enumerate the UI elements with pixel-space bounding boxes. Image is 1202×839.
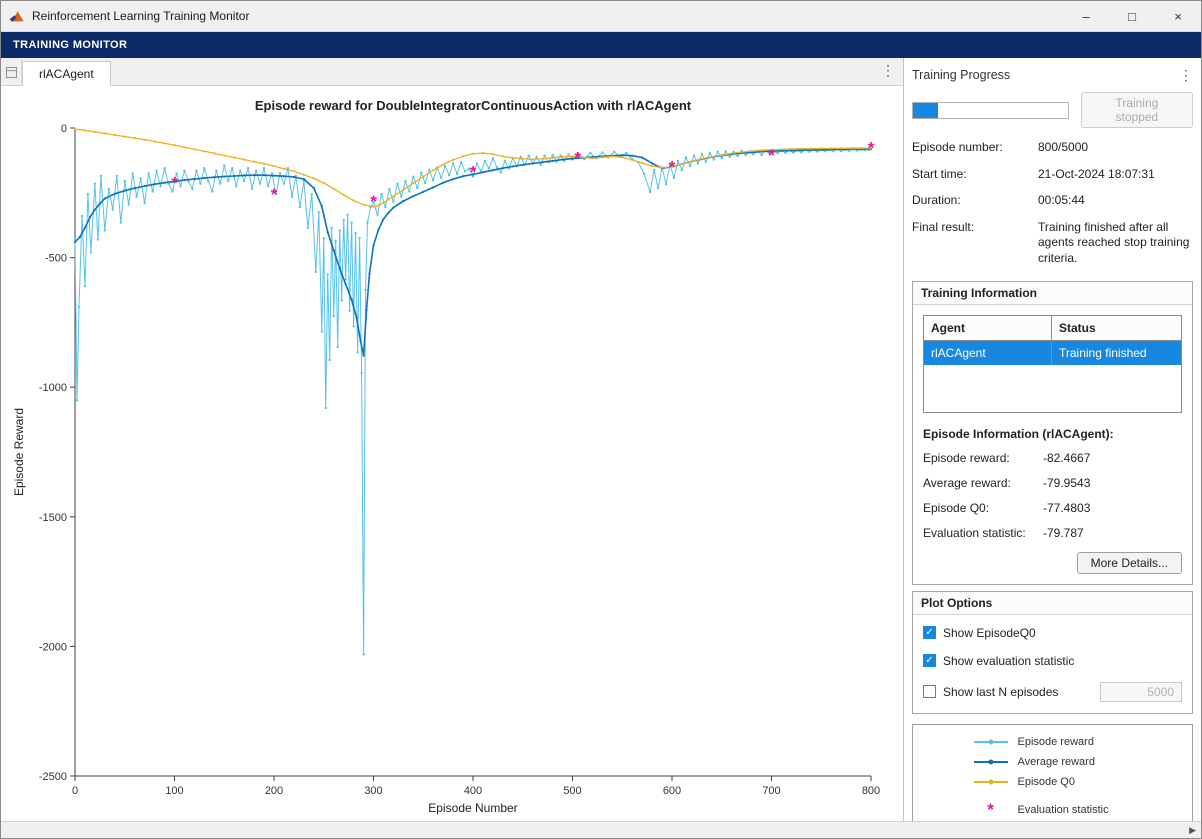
window-title: Reinforcement Learning Training Monitor xyxy=(32,9,249,23)
training-progress-bar xyxy=(912,102,1069,119)
minimize-icon[interactable]: – xyxy=(1063,1,1109,31)
svg-text:0: 0 xyxy=(72,785,78,797)
svg-text:*: * xyxy=(271,185,278,204)
plot-options-group: Plot Options ✓ Show EpisodeQ0 ✓ Show eva… xyxy=(912,591,1193,714)
svg-text:-500: -500 xyxy=(45,253,67,265)
evaluation-statistic-asterisk-icon: * xyxy=(974,806,1008,814)
episode-reward-line-icon xyxy=(974,741,1008,743)
evaluation-statistic-value: -79.787 xyxy=(1043,526,1182,540)
start-time-value: 21-Oct-2024 18:07:31 xyxy=(1038,167,1193,183)
agent-status-table[interactable]: Agent Status rlACAgent Training finished xyxy=(923,315,1182,413)
show-episodeq0-checkbox[interactable]: ✓ xyxy=(923,626,936,639)
svg-text:200: 200 xyxy=(265,785,283,797)
episode-q0-value: -77.4803 xyxy=(1043,501,1182,515)
tab-training-monitor[interactable]: TRAINING MONITOR xyxy=(13,39,127,51)
show-evaluation-statistic-checkbox[interactable]: ✓ xyxy=(923,654,936,667)
panel-title: Training Progress xyxy=(912,68,1010,82)
duration-value: 00:05:44 xyxy=(1038,193,1193,209)
svg-text:-1500: -1500 xyxy=(39,512,67,524)
checkbox-label: Show last N episodes xyxy=(943,685,1058,699)
group-title: Training Information xyxy=(913,282,1192,305)
svg-text:-2000: -2000 xyxy=(39,641,67,653)
average-reward-value: -79.9543 xyxy=(1043,476,1182,490)
field-label: Duration: xyxy=(912,193,1038,209)
episode-info-title: Episode Information (rlACAgent): xyxy=(923,427,1182,441)
legend-item: Episode Q0 xyxy=(974,776,1132,788)
average-reward-line-icon xyxy=(974,761,1008,763)
svg-text:600: 600 xyxy=(663,785,681,797)
svg-text:400: 400 xyxy=(464,785,482,797)
svg-text:*: * xyxy=(868,139,875,158)
column-header-agent: Agent xyxy=(924,316,1052,340)
field-label: Final result: xyxy=(912,220,1038,267)
show-last-n-episodes-checkbox[interactable] xyxy=(923,685,936,698)
svg-text:*: * xyxy=(171,174,178,193)
table-header-row: Agent Status xyxy=(924,316,1181,341)
field-label: Evaluation statistic: xyxy=(923,526,1043,540)
close-icon[interactable]: × xyxy=(1155,1,1201,31)
checkbox-label: Show EpisodeQ0 xyxy=(943,626,1036,640)
training-stopped-button[interactable]: Training stopped xyxy=(1081,92,1193,128)
field-label: Episode reward: xyxy=(923,451,1043,465)
legend-item: Average reward xyxy=(974,756,1132,768)
document-layout-icon[interactable] xyxy=(1,59,22,85)
svg-text:800: 800 xyxy=(862,785,880,797)
svg-text:*: * xyxy=(470,163,477,182)
titlebar: Reinforcement Learning Training Monitor … xyxy=(1,1,1201,32)
svg-text:*: * xyxy=(669,157,676,176)
field-label: Average reward: xyxy=(923,476,1043,490)
svg-text:Episode Number: Episode Number xyxy=(428,801,517,815)
training-information-group: Training Information Agent Status rlACAg… xyxy=(912,281,1193,585)
matlab-logo-icon xyxy=(9,9,25,23)
episode-q0-line-icon xyxy=(974,781,1008,783)
svg-text:700: 700 xyxy=(762,785,780,797)
svg-text:*: * xyxy=(574,149,581,168)
chart-area: 0 -500 -1000 -1500 -2000 -2500 0 100 200 300 400 50… xyxy=(1,86,903,821)
training-progress-panel: Training Progress ⋮ Training stopped Epi… xyxy=(904,58,1201,821)
document-kebab-icon[interactable]: ⋮ xyxy=(881,63,895,77)
final-result-value: Training finished after all agents reach… xyxy=(1038,220,1193,267)
field-label: Episode Q0: xyxy=(923,501,1043,515)
toolstrip: TRAINING MONITOR xyxy=(1,32,1201,58)
svg-text:*: * xyxy=(768,146,775,165)
episode-number-value: 800/5000 xyxy=(1038,140,1193,156)
app-window: Reinforcement Learning Training Monitor … xyxy=(0,0,1202,839)
document-panel: rlACAgent ⋮ 0 -500 -1000 -1500 -2000 -2500 0 10… xyxy=(1,58,904,821)
svg-text:-2500: -2500 xyxy=(39,771,67,783)
svg-text:500: 500 xyxy=(563,785,581,797)
legend-item: * Evaluation statistic xyxy=(974,804,1132,816)
svg-text:*: * xyxy=(370,192,377,211)
status-cell: Training finished xyxy=(1052,341,1181,365)
episode-reward-chart[interactable]: 0 -500 -1000 -1500 -2000 -2500 0 100 200 300 400 50… xyxy=(3,88,897,821)
statusbar: ▶ xyxy=(1,821,1201,838)
maximize-icon[interactable]: □ xyxy=(1109,1,1155,31)
last-n-episodes-input[interactable] xyxy=(1100,682,1182,702)
chart-legend: Episode reward Average reward Episode Q0… xyxy=(912,724,1193,821)
tab-rlacagent[interactable]: rlACAgent xyxy=(22,61,111,86)
svg-text:300: 300 xyxy=(364,785,382,797)
field-label: Episode number: xyxy=(912,140,1038,156)
more-details-button[interactable]: More Details... xyxy=(1077,552,1182,574)
episode-reward-value: -82.4667 xyxy=(1043,451,1182,465)
svg-text:Episode reward for DoubleInteg: Episode reward for DoubleIntegratorConti… xyxy=(255,98,692,113)
statusbar-expand-icon[interactable]: ▶ xyxy=(1189,825,1196,836)
column-header-status: Status xyxy=(1052,316,1181,340)
svg-text:0: 0 xyxy=(61,123,67,135)
field-label: Start time: xyxy=(912,167,1038,183)
legend-item: Episode reward xyxy=(974,736,1132,748)
table-row[interactable]: rlACAgent Training finished xyxy=(924,341,1181,365)
group-title: Plot Options xyxy=(913,592,1192,615)
svg-text:-1000: -1000 xyxy=(39,382,67,394)
svg-text:Episode Reward: Episode Reward xyxy=(12,408,26,496)
svg-text:100: 100 xyxy=(165,785,183,797)
progress-bar-fill xyxy=(913,103,938,118)
panel-kebab-icon[interactable]: ⋮ xyxy=(1179,67,1193,84)
checkbox-label: Show evaluation statistic xyxy=(943,654,1074,668)
agent-cell: rlACAgent xyxy=(924,341,1052,365)
document-tabbar: rlACAgent ⋮ xyxy=(1,58,903,86)
